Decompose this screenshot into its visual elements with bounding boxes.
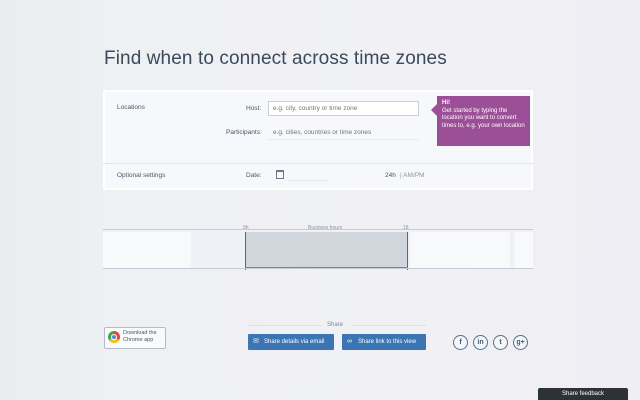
timeline-start-label: 9h (243, 225, 249, 231)
host-label: Host: (246, 105, 262, 112)
participants-input[interactable] (268, 125, 419, 140)
google-plus-icon[interactable]: g+ (513, 335, 528, 350)
envelope-icon: ✉ (253, 338, 259, 345)
selection-right-handle[interactable] (407, 232, 408, 270)
optional-settings-label[interactable]: Optional settings (117, 172, 165, 179)
chrome-logo-center (111, 334, 117, 340)
chrome-app-line2: Chrome app (123, 337, 154, 343)
chrome-app-text: Download the Chrome app (123, 330, 165, 344)
format-ampm-toggle[interactable]: | AM/PM (400, 172, 424, 179)
calendar-icon[interactable] (276, 170, 284, 179)
tooltip-title: Hi! (442, 100, 450, 106)
date-field[interactable] (288, 180, 328, 181)
page-title: Find when to connect across time zones (104, 48, 447, 69)
panel-divider (103, 163, 533, 164)
business-hours-selection[interactable] (246, 232, 408, 268)
share-divider-left (248, 325, 322, 326)
locations-label: Locations (117, 104, 145, 111)
share-link-button[interactable]: ∞ Share link to this view (342, 334, 426, 350)
timeline-cell (410, 232, 510, 268)
host-input[interactable] (268, 101, 419, 116)
selection-left-handle[interactable] (245, 232, 246, 270)
share-email-label: Share details via email (264, 339, 325, 345)
onboarding-tooltip: Hi! Get started by typing the location y… (437, 96, 530, 146)
chrome-app-line1: Download the (123, 330, 157, 336)
share-email-button[interactable]: ✉ Share details via email (248, 334, 334, 350)
date-label: Date: (246, 172, 262, 179)
participants-label: Participants: (226, 129, 262, 136)
tooltip-text: Get started by typing the location you w… (442, 107, 525, 129)
linkedin-icon[interactable]: in (473, 335, 488, 350)
timeline-bottom-border (103, 268, 533, 269)
timeline-end-label: 18 (403, 225, 409, 231)
business-hours-label: Business hours (308, 225, 343, 231)
timeline-cell (515, 232, 533, 268)
format-24h-toggle[interactable]: 24h (385, 172, 396, 179)
share-label: Share (327, 322, 344, 328)
facebook-icon[interactable]: f (453, 335, 468, 350)
timeline-cell (103, 232, 191, 268)
link-icon: ∞ (347, 338, 352, 345)
share-feedback-button[interactable]: Share feedback (538, 388, 628, 400)
share-divider-right (352, 325, 426, 326)
share-link-label: Share link to this view (358, 339, 417, 345)
twitter-icon[interactable]: t (493, 335, 508, 350)
